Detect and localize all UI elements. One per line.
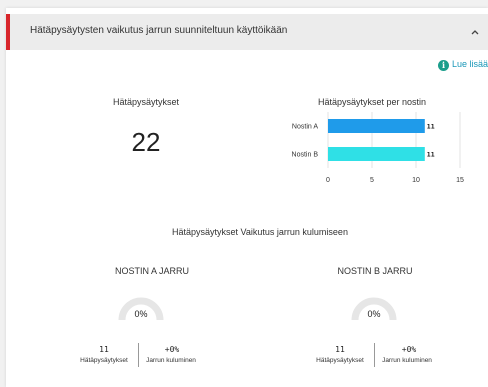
x-tick-label: 15 [456,177,464,184]
brake-b-wear-label: Jarrun kuluminen [382,357,432,364]
category-label: Nostin B [292,152,319,159]
brake-a-stops-label: Hätäpysäytykset [80,357,128,364]
brake-wear-title: Hätäpysäytykset Vaikutus jarrun kulumise… [172,227,348,237]
emergency-stops-count: 22 [131,127,161,157]
bar-value-label: 11 [427,123,435,131]
panel-title: Hätäpysäytysten vaikutus jarrun suunnite… [30,25,288,36]
bar-nostin-b [328,147,425,161]
brake-a-stops-value: 11 [99,345,109,354]
brake-b-wear-value: +0% [401,345,417,354]
brake-a-wear-value: +0% [164,345,180,354]
x-tick-label: 0 [326,177,330,184]
chevron-up-icon[interactable] [470,28,480,36]
brake-b-stops-label: Hätäpysäytykset [316,357,364,364]
bar-value-label: 11 [427,151,435,159]
emergency-stops-title: Hätäpysäytykset [112,97,180,107]
brake-a-title: NOSTIN A JARRU [114,266,189,276]
bar-nostin-a [328,119,425,133]
x-tick-label: 5 [370,177,374,184]
chart-title: Hätäpysäytykset per nostin [317,97,427,107]
brake-b-title: NOSTIN B JARRU [337,266,413,276]
brake-b-stops-value: 11 [335,345,345,354]
brake-b-gauge-value: 0% [367,309,381,319]
brake-a-gauge-value: 0% [134,309,148,319]
per-hoist-bar-chart: 0 5 10 15 Nostin A 11 Nostin B 11 [292,112,464,184]
info-icon: i [438,60,449,71]
category-label: Nostin A [292,124,318,131]
read-more-label: Lue lisää [452,59,488,69]
brake-b-divider [374,343,375,367]
brake-life-panel: Hätäpysäytysten vaikutus jarrun suunnite… [6,8,488,387]
x-tick-label: 10 [412,177,420,184]
brake-a-divider [138,343,139,367]
read-more-link[interactable]: i Lue lisää [438,59,488,71]
brake-a-wear-label: Jarrun kuluminen [146,357,196,364]
panel-header[interactable]: Hätäpysäytysten vaikutus jarrun suunnite… [6,14,488,50]
